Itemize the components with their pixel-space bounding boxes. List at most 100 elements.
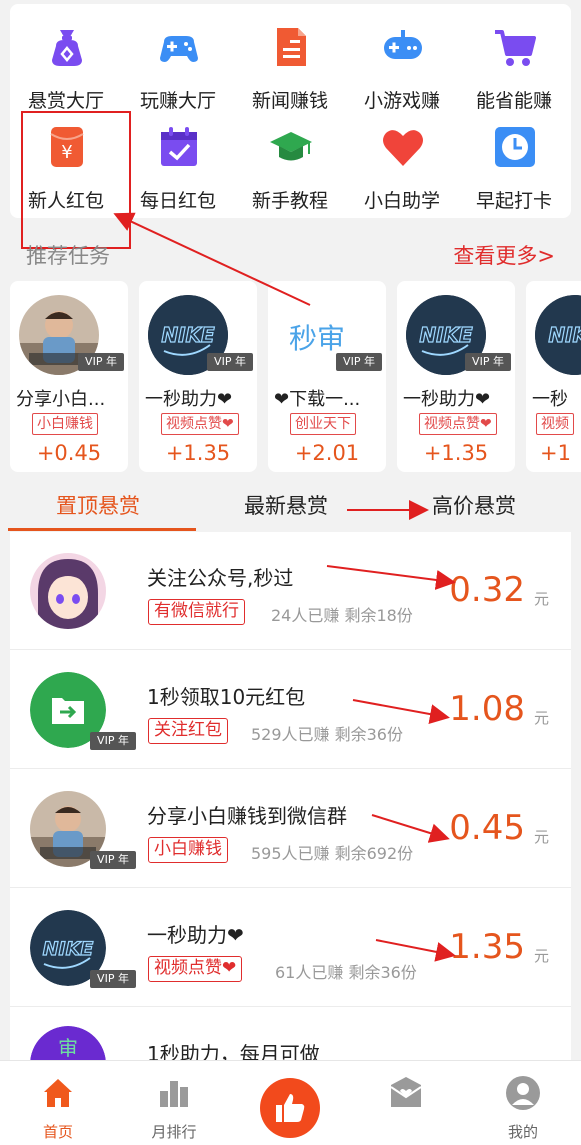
user-icon [506,1076,540,1110]
list-item[interactable]: 关注公众号,秒过 有微信就行 24人已赚 剩余18份 0.32 元 [10,532,571,650]
list-item[interactable]: VIP 年 1秒领取10元红包 关注红包 529人已赚 剩余36份 1.08 元 [10,651,571,769]
task-tag: 小白赚钱 [148,837,228,863]
grid-item-mini-games[interactable]: 小游戏赚 [346,10,458,112]
task-title: 1秒助力，每月可做 [147,1042,320,1060]
grid-label: 新手教程 [251,190,328,212]
grid-label: 小游戏赚 [363,90,440,112]
svg-text:NIKE: NIKE [43,938,94,960]
tab-latest-bounty[interactable]: 最新悬赏 [244,490,328,520]
task-tag: 视频点赞❤ [148,956,243,982]
price-unit: 元 [533,709,549,727]
task-title: 1秒领取10元红包 [147,685,306,709]
task-title: 一秒助力❤ [147,923,244,947]
calendar-check-icon [161,127,197,166]
card-reward: +1.35 [165,441,231,465]
ranking-icon [160,1081,188,1107]
card-title: ❤下载一... [274,389,361,410]
task-title: 关注公众号,秒过 [147,566,294,590]
grid-item-study-help[interactable]: 小白助学 [346,110,458,212]
grid-item-early-checkin[interactable]: 早起打卡 [458,110,570,212]
money-bag-icon [52,30,82,66]
recommended-title: 推荐任务 [26,244,110,268]
list-item[interactable]: 审 1秒助力，每月可做 [10,1008,571,1060]
task-stats: 529人已赚 剩余36份 [251,725,403,744]
grid-item-play-earn-hall[interactable]: 玩赚大厅 [122,10,234,112]
nav-profile[interactable]: 我的 [465,1061,581,1145]
grid-item-save-earn[interactable]: 能省能赚 [458,10,570,112]
grid-label: 每日红包 [139,190,216,212]
see-more-link[interactable]: 查看更多> [453,240,555,270]
vip-badge: VIP 年 [336,353,382,371]
card-tag: 视频 [536,413,574,435]
vip-badge: VIP 年 [78,353,124,371]
svg-text:NIKE: NIKE [419,323,473,347]
bounty-tabs: 置顶悬赏 最新悬赏 高价悬赏 [0,478,581,532]
svg-text:NIKE: NIKE [161,323,215,347]
annotation-highlight-box [21,111,131,249]
mail-icon [390,1077,422,1107]
tab-pinned-bounty[interactable]: 置顶悬赏 [56,490,140,520]
nav-label: 月排行 [151,1123,197,1141]
grid-item-bounty-hall[interactable]: 悬赏大厅 [10,10,122,112]
list-item[interactable]: VIP 年 分享小白赚钱到微信群 小白赚钱 595人已赚 剩余692份 0.45… [10,770,571,888]
vip-badge: VIP 年 [90,732,136,750]
graduation-cap-icon [270,132,312,161]
task-price: 0.45 [449,808,525,848]
task-price: 0.32 [449,570,525,610]
controller-icon [384,30,422,59]
thumbs-up-icon [276,1094,305,1122]
recommended-card[interactable]: VIP 年 分享小白... 小白赚钱 +0.45 [10,281,128,472]
nav-home[interactable]: 首页 [0,1061,116,1145]
card-tag: 小白赚钱 [32,413,98,435]
card-tag: 视频点赞❤ [419,413,497,435]
heart-icon [383,130,423,166]
card-tag: 视频点赞❤ [161,413,239,435]
grid-label: 新闻赚钱 [251,90,328,112]
card-reward: +0.45 [36,441,102,465]
recommended-card[interactable]: NIKE VIP 年 一秒助力❤ 视频点赞❤ +1.35 [397,281,515,472]
recommended-card[interactable]: NIKE VIP 年 一秒助力❤ 视频点赞❤ +1.35 [139,281,257,472]
card-tag: 创业天下 [290,413,356,435]
tab-high-price-bounty[interactable]: 高价悬赏 [432,490,516,520]
price-unit: 元 [533,590,549,608]
gamepad-icon [160,36,198,62]
card-reward: +1 [540,441,571,465]
task-tag: 有微信就行 [148,599,245,625]
nav-messages[interactable] [348,1061,464,1145]
card-title: 一秒助力❤ [403,389,491,410]
task-title: 分享小白赚钱到微信群 [147,804,347,828]
task-price: 1.35 [449,927,525,967]
recommended-card[interactable]: NIKE 一秒 视频 +1 [526,281,581,472]
nav-label: 首页 [42,1123,73,1141]
clock-icon [495,127,535,167]
card-title: 一秒 [532,389,568,410]
vip-badge: VIP 年 [90,970,136,988]
shopping-cart-icon [495,30,536,66]
grid-label: 早起打卡 [475,190,552,212]
task-stats: 24人已赚 剩余18份 [271,606,413,625]
avatar: 审 [30,1026,106,1060]
svg-text:NIKE: NIKE [548,323,581,347]
grid-item-daily-redpacket[interactable]: 每日红包 [122,110,234,212]
grid-label: 悬赏大厅 [27,90,104,112]
active-tab-indicator [8,528,196,531]
task-price: 1.08 [449,689,525,729]
card-title: 一秒助力❤ [145,389,233,410]
recommended-card[interactable]: 秒审 VIP 年 ❤下载一... 创业天下 +2.01 [268,281,386,472]
task-stats: 61人已赚 剩余36份 [275,963,417,982]
avatar: NIKE [535,295,581,375]
nav-center-button[interactable] [260,1078,320,1138]
task-stats: 595人已赚 剩余692份 [251,844,414,863]
price-unit: 元 [533,828,549,846]
list-item[interactable]: NIKE VIP 年 一秒助力❤ 视频点赞❤ 61人已赚 剩余36份 1.35 … [10,889,571,1007]
grid-label: 小白助学 [363,190,440,212]
vip-badge: VIP 年 [465,353,511,371]
grid-item-tutorial[interactable]: 新手教程 [234,110,346,212]
avatar-text: 审 [58,1036,78,1060]
grid-item-news-earn[interactable]: 新闻赚钱 [234,10,346,112]
card-title: 分享小白... [16,389,106,410]
nav-ranking[interactable]: 月排行 [116,1061,232,1145]
grid-label: 能省能赚 [475,90,552,112]
nav-label: 我的 [507,1123,538,1141]
vip-badge: VIP 年 [90,851,136,869]
